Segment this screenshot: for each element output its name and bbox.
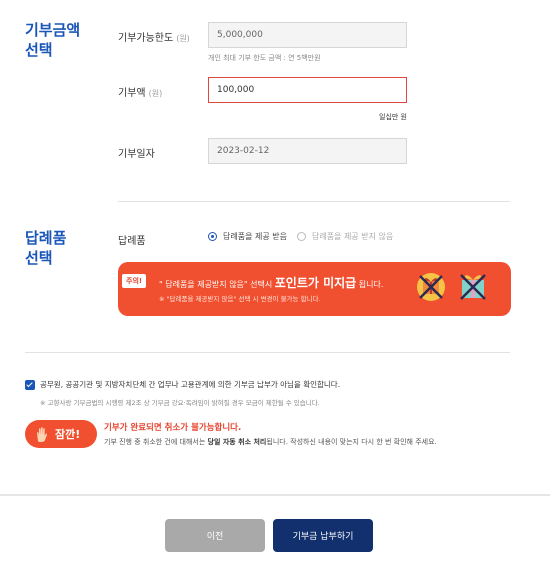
limit-field: 5,000,000 [208, 22, 407, 48]
section-divider [25, 352, 510, 353]
limit-label: 기부가능한도 (원) [118, 29, 190, 44]
limit-label-text: 기부가능한도 [118, 33, 174, 44]
gift-box-crossed-icon [417, 273, 445, 301]
radio-receive-gift[interactable]: 답례품을 제공 받음 [208, 231, 287, 242]
cancel-warning-detail: 기부 진행 중 취소한 건에 대해서는 당일 자동 취소 처리됩니다. 작성하신… [104, 437, 437, 447]
radio-dot-unchecked[interactable] [296, 232, 306, 241]
gift-label: 답례품 [118, 236, 146, 247]
wait-badge: 잠깐! [25, 420, 97, 448]
date-label: 기부일자 [118, 149, 155, 160]
cancel-warning-title: 기부가 완료되면 취소가 불가능합니다. [104, 423, 242, 433]
section-title-gift: 답례품 선택 [25, 229, 67, 267]
donation-label-text: 기부액 [118, 88, 146, 99]
gift-box-crossed-icon [460, 274, 486, 300]
raised-hand-icon [37, 427, 48, 442]
donation-date-field: 2023-02-12 [208, 138, 407, 164]
submit-donation-button[interactable]: 기부금 납부하기 [273, 519, 373, 552]
warning-line1-post: 됩니다. [358, 280, 384, 289]
warning-line1-bold: 포인트가 미지급 [274, 276, 357, 290]
wait-badge-text: 잠깐! [55, 428, 81, 441]
cancel-detail-bold: 당일 자동 취소 처리 [207, 438, 267, 446]
donation-label: 기부액 (원) [118, 84, 162, 99]
donation-amount-input[interactable]: 100,000 [208, 77, 407, 103]
warning-line1-pre: " 답례품을 제공받지 않음" 선택시 [159, 280, 273, 289]
section-divider [118, 201, 510, 202]
warning-banner: 주의! " 답례품을 제공받지 않음" 선택시 포인트가 미지급 됩니다. ※ … [118, 262, 511, 316]
radio-decline-gift[interactable]: 답례품을 제공 받지 않음 [296, 231, 394, 242]
section-title-amount: 기부금액 선택 [25, 21, 81, 59]
radio-decline-label: 답례품을 제공 받지 않음 [311, 232, 394, 241]
limit-hint: 개인 최대 기부 한도 금액 : 연 5백만원 [208, 54, 321, 62]
limit-unit: (원) [176, 34, 190, 43]
radio-dot-checked[interactable] [208, 232, 217, 241]
warning-line2: ※ "답례품을 제공받지 않음" 선택 시 변경이 불가능 합니다. [159, 295, 321, 303]
agreement-note: ※ 고향사랑 기부금법의 시행령 제2조 상 기부금 강요·독려임이 밝혀질 경… [40, 399, 320, 407]
cancel-detail-post: 됩니다. 작성하신 내용이 맞는지 다시 한 번 확인해 주세요. [266, 438, 437, 446]
bottom-separator [0, 494, 550, 496]
warning-line1: " 답례품을 제공받지 않음" 선택시 포인트가 미지급 됩니다. [159, 274, 383, 291]
agreement-row[interactable]: 공무원, 공공기관 및 지방자치단체 간 업무나 고용관계에 의한 기부금 납부… [25, 379, 340, 390]
radio-receive-label: 답례품을 제공 받음 [223, 232, 287, 241]
warning-tag: 주의! [122, 274, 147, 288]
donation-korean-amount: 일십만 원 [379, 113, 407, 121]
prev-button[interactable]: 이전 [165, 519, 265, 552]
agreement-checkbox[interactable] [25, 379, 35, 390]
donation-unit: (원) [148, 89, 163, 98]
cancel-detail-pre: 기부 진행 중 취소한 건에 대해서는 [104, 438, 206, 446]
gift-radio-group: 답례품을 제공 받음 답례품을 제공 받지 않음 [208, 231, 403, 242]
agreement-text: 공무원, 공공기관 및 지방자치단체 간 업무나 고용관계에 의한 기부금 납부… [40, 380, 341, 389]
